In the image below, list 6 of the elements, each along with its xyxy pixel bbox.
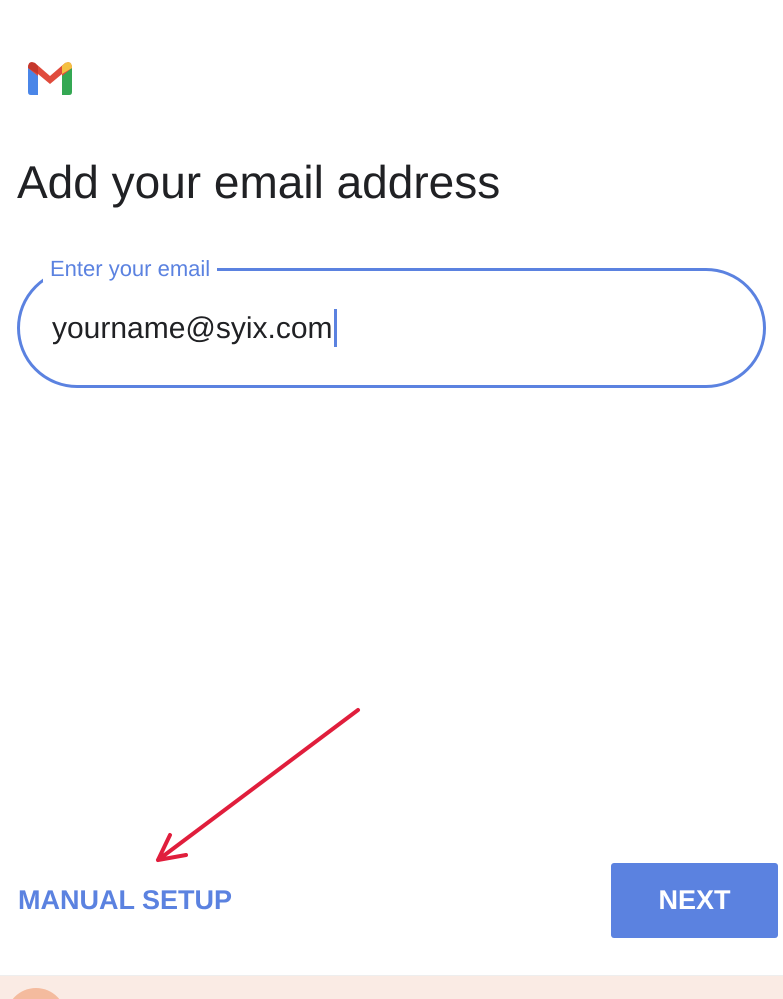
envelope-logo-icon: [26, 60, 74, 96]
email-value: yourname@syix.com: [52, 310, 333, 346]
page-title: Add your email address: [17, 155, 500, 210]
text-caret: [334, 309, 337, 347]
next-button[interactable]: NEXT: [611, 863, 778, 938]
manual-setup-button[interactable]: MANUAL SETUP: [18, 880, 232, 921]
